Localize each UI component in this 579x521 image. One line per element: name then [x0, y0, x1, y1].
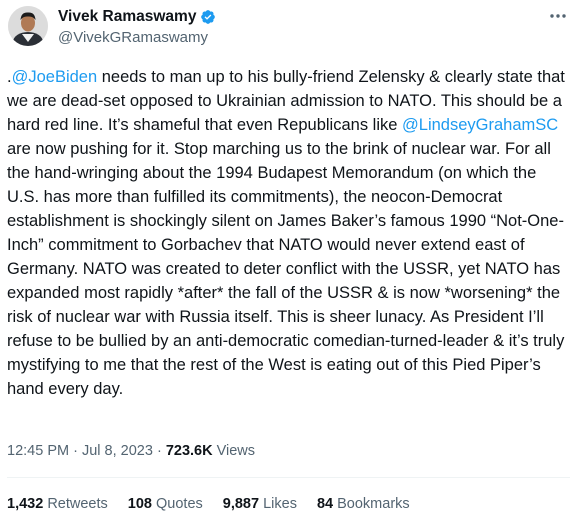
mention-joebiden-link[interactable]: @JoeBiden: [12, 68, 98, 86]
divider: [7, 477, 570, 478]
tweet-meta: 12:45 PM · Jul 8, 2023 · 723.6K Views: [7, 441, 255, 461]
meta-separator: ·: [69, 443, 82, 459]
meta-separator: ·: [152, 443, 166, 459]
retweets-label: Retweets: [43, 496, 108, 512]
tweet-text-part2: are now pushing for it. Stop marching us…: [7, 140, 565, 398]
author-handle[interactable]: @VivekGRamaswamy: [58, 29, 208, 46]
tweet-date-link[interactable]: Jul 8, 2023: [82, 443, 153, 459]
author-name[interactable]: Vivek Ramaswamy: [58, 8, 196, 26]
avatar-image: [8, 6, 48, 46]
author-name-row[interactable]: Vivek Ramaswamy: [58, 8, 216, 26]
retweets-count: 1,432: [7, 496, 44, 512]
bookmarks-label: Bookmarks: [333, 496, 410, 512]
bookmarks-link[interactable]: 84 Bookmarks: [317, 494, 410, 514]
views-count: 723.6K: [165, 443, 213, 459]
mention-lindseygrahamsc-link[interactable]: @LindseyGrahamSC: [402, 116, 558, 134]
more-options-icon: [550, 14, 566, 18]
likes-count: 9,887: [222, 496, 260, 512]
likes-link[interactable]: 9,887 Likes: [223, 494, 297, 514]
retweets-link[interactable]: 1,432 Retweets: [7, 494, 108, 514]
likes-label: Likes: [259, 496, 297, 512]
tweet-time-link[interactable]: 12:45 PM: [7, 443, 69, 459]
quotes-count: 108: [127, 496, 152, 512]
more-options-button[interactable]: [547, 6, 569, 26]
tweet-text: .@JoeBiden needs to man up to his bully-…: [7, 65, 567, 401]
verified-badge-icon: [201, 10, 216, 24]
quotes-label: Quotes: [151, 496, 203, 512]
views-label: Views: [212, 443, 256, 459]
quotes-link[interactable]: 108 Quotes: [128, 494, 203, 514]
bookmarks-count: 84: [316, 496, 334, 512]
avatar[interactable]: [8, 6, 48, 46]
engagement-stats: 1,432 Retweets 108 Quotes 9,887 Likes 84…: [7, 494, 430, 514]
